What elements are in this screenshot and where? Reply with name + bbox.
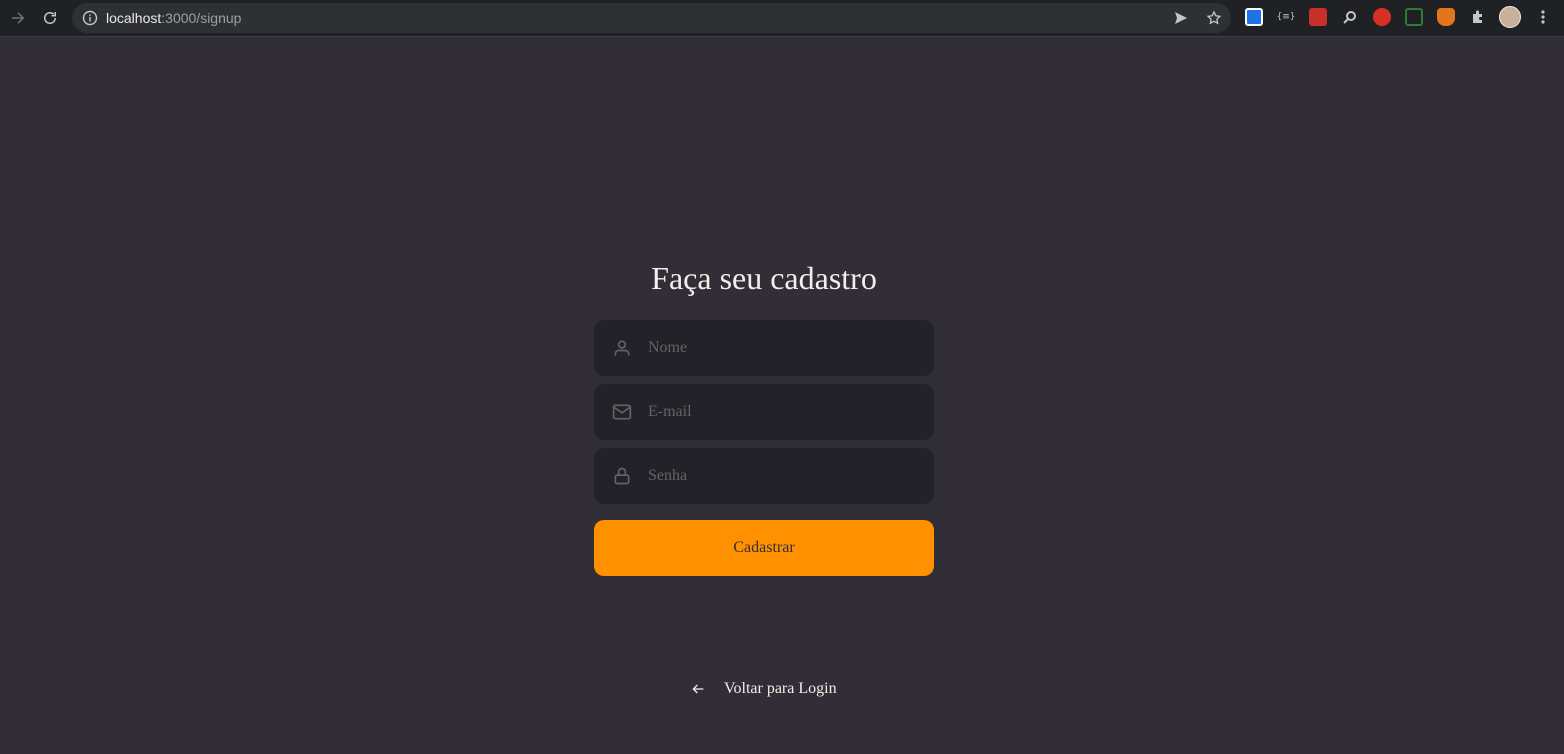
extension-stop-icon[interactable] [1373, 8, 1391, 26]
user-icon [612, 338, 632, 358]
mail-icon [612, 402, 632, 422]
extension-json-icon[interactable]: {≡} [1277, 8, 1296, 26]
email-input[interactable] [648, 384, 918, 440]
back-to-login-link[interactable]: Voltar para Login [690, 678, 837, 700]
extension-green-icon[interactable] [1405, 8, 1423, 26]
email-field[interactable] [594, 384, 934, 440]
avatar[interactable] [1499, 6, 1521, 28]
browser-toolbar: localhost:3000/signup {≡} [0, 0, 1564, 37]
extension-calendar-icon[interactable] [1245, 8, 1263, 26]
url-host: localhost [106, 10, 162, 26]
extension-red-icon[interactable] [1309, 8, 1327, 26]
lock-icon [612, 466, 632, 486]
forward-icon[interactable] [6, 6, 30, 30]
submit-button[interactable]: Cadastrar [594, 520, 934, 576]
password-field[interactable] [594, 448, 934, 504]
password-input[interactable] [648, 448, 918, 504]
url-text[interactable]: localhost:3000/signup [106, 10, 241, 26]
arrow-left-icon [692, 684, 704, 694]
extension-search-icon[interactable] [1341, 8, 1359, 26]
star-icon[interactable] [1205, 9, 1223, 27]
name-input[interactable] [648, 320, 918, 376]
extension-fox-icon[interactable] [1437, 8, 1455, 26]
reload-icon[interactable] [38, 6, 62, 30]
url-path: :3000/signup [161, 10, 242, 26]
name-field[interactable] [594, 320, 934, 376]
address-bar[interactable]: localhost:3000/signup [72, 3, 1231, 33]
info-icon[interactable] [82, 10, 98, 26]
extensions-icon[interactable] [1469, 8, 1487, 26]
menu-icon[interactable] [1534, 8, 1552, 26]
send-icon[interactable] [1172, 9, 1190, 27]
back-to-login-label: Voltar para Login [724, 680, 837, 697]
page-title: Faça seu cadastro [651, 260, 877, 296]
